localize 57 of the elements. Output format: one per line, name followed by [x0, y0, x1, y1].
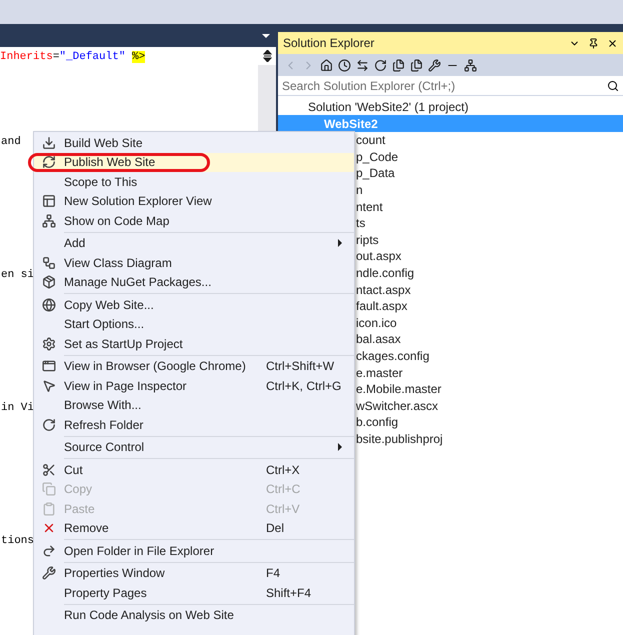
menu-item[interactable]: Manage NuGet Packages...	[34, 272, 354, 292]
menu-item[interactable]: Properties Window F4	[34, 564, 354, 583]
code-text: and	[0, 135, 21, 150]
wrench-icon	[42, 566, 56, 580]
menu-item[interactable]: Set as StartUp Project	[34, 334, 354, 354]
menu-item[interactable]: Add	[34, 234, 354, 253]
code-text: tions	[0, 534, 34, 549]
network-icon	[42, 214, 56, 228]
scissors-icon	[42, 462, 56, 477]
package-icon	[42, 275, 56, 290]
refresh-icon[interactable]	[374, 58, 387, 72]
panel-title: Solution Explorer	[283, 35, 376, 52]
clipboard-icon	[42, 502, 56, 516]
search-icon[interactable]	[607, 80, 619, 92]
menu-item[interactable]: Remove Del	[34, 518, 354, 538]
menu-item[interactable]: View Class Diagram	[34, 253, 354, 272]
refresh-icon	[42, 155, 56, 170]
menu-item[interactable]: New Solution Explorer View	[34, 192, 354, 211]
menu-item[interactable]: Cut Ctrl+X	[34, 460, 354, 480]
code-map-icon[interactable]	[464, 58, 477, 72]
redo-arrow-icon	[42, 544, 56, 558]
menu-item[interactable]: Show on Code Map	[34, 211, 354, 230]
copy-icon	[42, 482, 56, 496]
window-icon	[42, 194, 56, 208]
menu-item[interactable]: Browse With...	[34, 396, 354, 415]
menu-item[interactable]: Refresh Folder	[34, 415, 354, 434]
code-line: Inherits="_Default" %>	[0, 50, 146, 65]
history-icon[interactable]	[338, 58, 351, 72]
menu-item[interactable]: Scope to This	[34, 172, 354, 192]
menu-item[interactable]: Run Code Analysis on Web Site	[34, 606, 354, 625]
menu-item[interactable]: View in Browser (Google Chrome) Ctrl+Shift+W	[34, 356, 354, 376]
split-icon[interactable]	[262, 50, 272, 62]
search-box[interactable]: Search Solution Explorer (Ctrl+;)	[278, 76, 623, 96]
diagram-icon	[42, 256, 56, 270]
menu-item[interactable]: View in Page Inspector Ctrl+K, Ctrl+G	[34, 376, 354, 396]
menu-item[interactable]: Property Pages Shift+F4	[34, 583, 354, 602]
properties-icon[interactable]	[428, 58, 441, 72]
pointer-icon	[42, 378, 56, 393]
globe-icon	[42, 298, 56, 312]
menu-item[interactable]: Open Folder in File Explorer	[34, 541, 354, 560]
menu-item[interactable]: Build Web Site	[34, 133, 354, 152]
menu-item[interactable]: Start Options...	[34, 314, 354, 334]
code-text: in Vi	[0, 401, 34, 416]
sync-icon[interactable]	[356, 58, 369, 72]
browser-icon	[42, 359, 56, 374]
tree-item[interactable]: Solution 'WebSite2' (1 project)	[278, 98, 468, 115]
settings-icon	[42, 336, 56, 351]
pin-icon[interactable]	[588, 38, 599, 48]
menu-item[interactable]: Copy Web Site...	[34, 295, 354, 314]
home-icon[interactable]	[320, 58, 333, 72]
search-input[interactable]: Search Solution Explorer (Ctrl+;)	[282, 76, 607, 94]
close-icon[interactable]	[607, 38, 618, 48]
dropdown-arrow-icon[interactable]	[262, 34, 270, 38]
refresh-icon	[42, 418, 56, 432]
menu-item[interactable]: Source Control	[34, 438, 354, 457]
code-text: en si	[0, 268, 34, 283]
download-icon	[42, 136, 56, 150]
